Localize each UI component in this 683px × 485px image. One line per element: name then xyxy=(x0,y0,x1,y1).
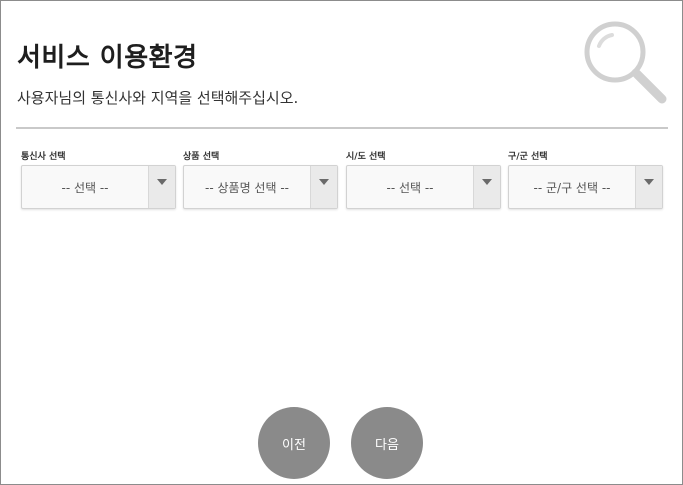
chevron-down-icon xyxy=(157,179,167,185)
product-select-label: 상품 선택 xyxy=(183,152,220,162)
search-icon xyxy=(584,21,667,104)
carrier-select-label: 통신사 선택 xyxy=(21,152,66,162)
district-dropdown-button[interactable] xyxy=(635,166,662,208)
page-title: 서비스 이용환경 xyxy=(17,43,198,73)
district-select[interactable]: -- 군/구 선택 -- xyxy=(508,165,663,209)
chevron-down-icon xyxy=(644,179,654,185)
district-select-label: 구/군 선택 xyxy=(508,152,548,162)
product-dropdown-button[interactable] xyxy=(310,166,337,208)
product-select-group: 상품 선택 -- 상품명 선택 -- xyxy=(183,151,338,209)
chevron-down-icon xyxy=(482,179,492,185)
province-select-label: 시/도 선택 xyxy=(346,152,386,162)
header-divider xyxy=(16,127,668,129)
product-select[interactable]: -- 상품명 선택 -- xyxy=(183,165,338,209)
carrier-select[interactable]: -- 선택 -- xyxy=(21,165,176,209)
carrier-select-value: -- 선택 -- xyxy=(61,180,109,195)
province-select[interactable]: -- 선택 -- xyxy=(346,165,501,209)
district-select-value: -- 군/구 선택 -- xyxy=(533,180,611,195)
province-dropdown-button[interactable] xyxy=(473,166,500,208)
product-select-value: -- 상품명 선택 -- xyxy=(205,180,289,195)
province-select-value: -- 선택 -- xyxy=(386,180,434,195)
service-environment-panel: 서비스 이용환경 사용자님의 통신사와 지역을 선택해주십시오. 통신사 선택 … xyxy=(0,0,683,485)
province-select-group: 시/도 선택 -- 선택 -- xyxy=(346,151,501,209)
prev-button[interactable]: 이전 xyxy=(258,407,330,479)
page-subtitle: 사용자님의 통신사와 지역을 선택해주십시오. xyxy=(17,89,299,107)
carrier-select-group: 통신사 선택 -- 선택 -- xyxy=(21,151,176,209)
district-select-group: 구/군 선택 -- 군/구 선택 -- xyxy=(508,151,663,209)
chevron-down-icon xyxy=(319,179,329,185)
carrier-dropdown-button[interactable] xyxy=(148,166,175,208)
next-button[interactable]: 다음 xyxy=(351,407,423,479)
